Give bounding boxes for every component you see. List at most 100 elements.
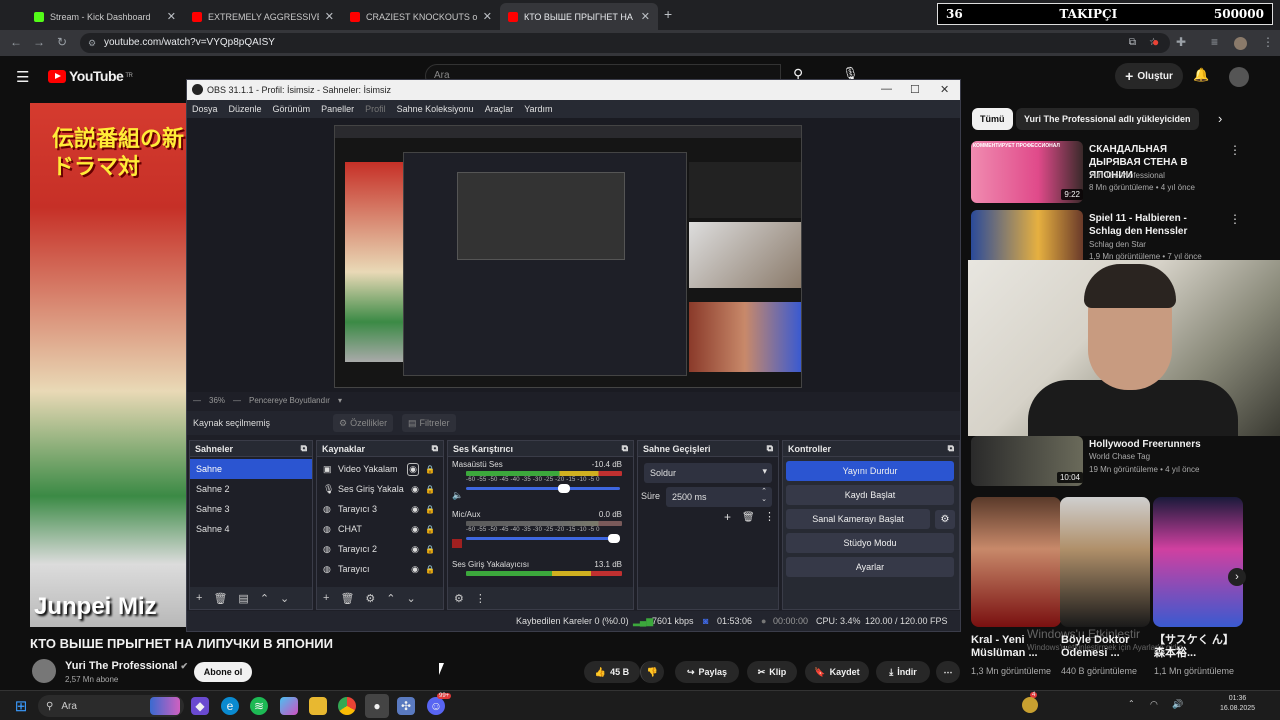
menu-tools[interactable]: Araçlar xyxy=(485,104,514,114)
browser-tab-kick[interactable]: Stream - Kick Dashboard ✕ xyxy=(26,3,184,30)
browser-tab-aggressive[interactable]: EXTREMELY AGGRESSIVE & HIG ✕ xyxy=(184,3,342,30)
shorts-thumbnail[interactable] xyxy=(1153,497,1243,627)
transition-select[interactable]: Soldur ▾ xyxy=(644,463,772,483)
lock-icon[interactable]: 🔒 xyxy=(425,485,435,494)
edge-icon[interactable]: e xyxy=(221,697,239,715)
spotify-icon[interactable]: ≋ xyxy=(250,697,268,715)
video-thumbnail[interactable]: КОММЕНТИРУЕТ ПРОФЕССИОНАЛ 9:22 xyxy=(971,141,1083,203)
clip-button[interactable]: ✂ Klip xyxy=(747,661,797,683)
profile-avatar[interactable] xyxy=(1234,37,1247,50)
extensions-puzzle-icon[interactable]: ✚ xyxy=(1176,35,1186,49)
media-icon[interactable]: ≡ xyxy=(1211,35,1218,49)
recommendation-item[interactable]: 10:04 Hollywood Freerunners World Chase … xyxy=(971,436,1271,488)
browser-menu-icon[interactable]: ⋮ xyxy=(1262,35,1274,49)
properties-button[interactable]: ⚙ Özellikler xyxy=(333,414,394,432)
lock-icon[interactable]: 🔒 xyxy=(425,565,435,574)
add-icon[interactable]: + xyxy=(724,510,731,524)
dock-undock-icon[interactable]: ⧉ xyxy=(948,443,954,454)
channel-avatar[interactable] xyxy=(32,659,56,683)
trash-icon[interactable]: 🗑 xyxy=(742,512,755,523)
muted-speaker-icon[interactable] xyxy=(452,539,462,548)
trash-icon[interactable]: 🗑 xyxy=(340,592,354,605)
move-down-icon[interactable]: ⌄ xyxy=(280,592,289,605)
video-thumbnail[interactable] xyxy=(971,210,1083,260)
menu-edit[interactable]: Düzenle xyxy=(229,104,262,114)
fader-knob[interactable] xyxy=(558,484,570,493)
spin-arrows-icon[interactable]: ⌃ ⌄ xyxy=(761,488,767,504)
lock-icon[interactable]: 🔒 xyxy=(425,525,435,534)
menu-scene-collection[interactable]: Sahne Koleksiyonu xyxy=(397,104,474,114)
browser-tab-knockouts[interactable]: CRAZIEST KNOCKOUTS of 2023 ✕ xyxy=(342,3,500,30)
fader-knob[interactable] xyxy=(608,534,620,543)
menu-docks[interactable]: Paneller xyxy=(321,104,354,114)
close-tab-icon[interactable]: ✕ xyxy=(167,10,176,23)
chevron-right-icon[interactable]: › xyxy=(1218,111,1222,126)
dock-undock-icon[interactable]: ⧉ xyxy=(432,443,438,454)
more-vertical-icon[interactable]: ⋮ xyxy=(764,510,775,523)
minimize-icon[interactable]: — xyxy=(881,83,892,95)
start-recording-button[interactable]: Kaydı Başlat xyxy=(786,485,954,505)
dislike-button[interactable]: 👎 xyxy=(640,661,664,683)
gear-icon[interactable]: ⚙ xyxy=(365,592,375,605)
subscribe-button[interactable]: Abone ol xyxy=(194,662,252,682)
start-virtual-camera-button[interactable]: Sanal Kamerayı Başlat xyxy=(786,509,930,529)
eye-icon[interactable]: ◉ xyxy=(407,462,419,476)
menu-profile[interactable]: Profil xyxy=(365,104,386,114)
shorts-thumbnail[interactable] xyxy=(971,497,1061,627)
eye-icon[interactable]: ◉ xyxy=(411,564,419,575)
more-vertical-icon[interactable]: ⋮ xyxy=(1229,143,1241,157)
studio-mode-button[interactable]: Stüdyo Modu xyxy=(786,533,954,553)
shorts-thumbnail[interactable] xyxy=(1060,497,1150,627)
video-player[interactable]: 伝説番組の新ドラマ対 Junpei Miz xyxy=(30,103,188,627)
stop-streaming-button[interactable]: Yayını Durdur xyxy=(786,461,954,481)
speaker-icon[interactable]: 🔈 xyxy=(452,490,463,501)
account-avatar[interactable] xyxy=(1229,67,1249,87)
windows-start-icon[interactable]: ⊞ xyxy=(12,697,30,715)
install-icon[interactable]: ⧉ xyxy=(1129,33,1136,53)
close-tab-icon[interactable]: ✕ xyxy=(483,10,492,23)
source-item[interactable]: ▣ Video Yakalam ◉ 🔒 xyxy=(317,459,443,479)
zoom-in-icon[interactable]: — xyxy=(233,396,241,405)
chevron-up-icon[interactable]: ⌃ xyxy=(1128,699,1135,708)
settings-button[interactable]: Ayarlar xyxy=(786,557,954,577)
maximize-icon[interactable]: ☐ xyxy=(910,83,920,96)
discord-icon[interactable]: ☺ xyxy=(427,697,445,715)
video-thumbnail[interactable]: 10:04 xyxy=(971,436,1083,486)
obs-preview-canvas[interactable] xyxy=(334,125,802,388)
scene-item[interactable]: Sahne xyxy=(190,459,312,479)
trash-icon[interactable]: 🗑 xyxy=(213,592,227,605)
browser-tab-active[interactable]: КТО ВЫШЕ ПРЫГНЕТ НА ЛИПУ ✕ xyxy=(500,3,658,30)
filters-button[interactable]: ▤ Filtreler xyxy=(402,414,456,432)
obs-preview-area[interactable] xyxy=(187,118,960,392)
virtual-camera-settings-icon[interactable]: ⚙ xyxy=(935,510,955,529)
channel-name[interactable]: Yuri The Professional ✔ xyxy=(65,660,188,672)
site-info-icon[interactable]: ⚙ xyxy=(88,33,96,53)
dock-undock-icon[interactable]: ⧉ xyxy=(622,443,628,454)
forward-icon[interactable]: → xyxy=(33,35,45,49)
notifications-bell-icon[interactable]: 🔔 xyxy=(1193,67,1209,83)
scene-item[interactable]: Sahne 2 xyxy=(190,479,312,499)
volume-fader[interactable] xyxy=(466,534,620,543)
weather-icon[interactable] xyxy=(1022,697,1038,713)
wifi-icon[interactable]: ◠ xyxy=(1150,699,1158,710)
dock-undock-icon[interactable]: ⧉ xyxy=(767,443,773,454)
zoom-out-icon[interactable]: — xyxy=(193,396,201,405)
move-down-icon[interactable]: ⌄ xyxy=(407,592,416,605)
address-bar[interactable]: ⚙ youtube.com/watch?v=VYQp8pQAISY ⧉ ☆ xyxy=(80,33,1170,53)
menu-file[interactable]: Dosya xyxy=(192,104,218,114)
close-window-icon[interactable]: ✕ xyxy=(940,83,949,96)
close-tab-icon[interactable]: ✕ xyxy=(325,10,334,23)
source-item[interactable]: ◍ Tarayıcı ◉ 🔒 xyxy=(317,559,443,579)
more-vertical-icon[interactable]: ⋮ xyxy=(1229,212,1241,226)
chevron-down-icon[interactable]: ▾ xyxy=(338,396,342,405)
youtube-logo[interactable]: YouTube TR xyxy=(48,68,133,84)
lock-icon[interactable]: 🔒 xyxy=(425,465,435,474)
chip-from-uploader[interactable]: Yuri The Professional adlı yükleyiciden xyxy=(1016,108,1199,130)
move-up-icon[interactable]: ⌃ xyxy=(386,592,395,605)
source-item[interactable]: ◍ Tarayıcı 2 ◉ 🔒 xyxy=(317,539,443,559)
move-up-icon[interactable]: ⌃ xyxy=(260,592,269,605)
new-tab-button[interactable]: + xyxy=(664,6,672,22)
copilot-icon[interactable] xyxy=(280,697,298,715)
mixer-settings-icon[interactable]: ⚙ xyxy=(454,592,464,605)
fit-to-window[interactable]: Pencereye Boyutlandır xyxy=(249,396,330,405)
